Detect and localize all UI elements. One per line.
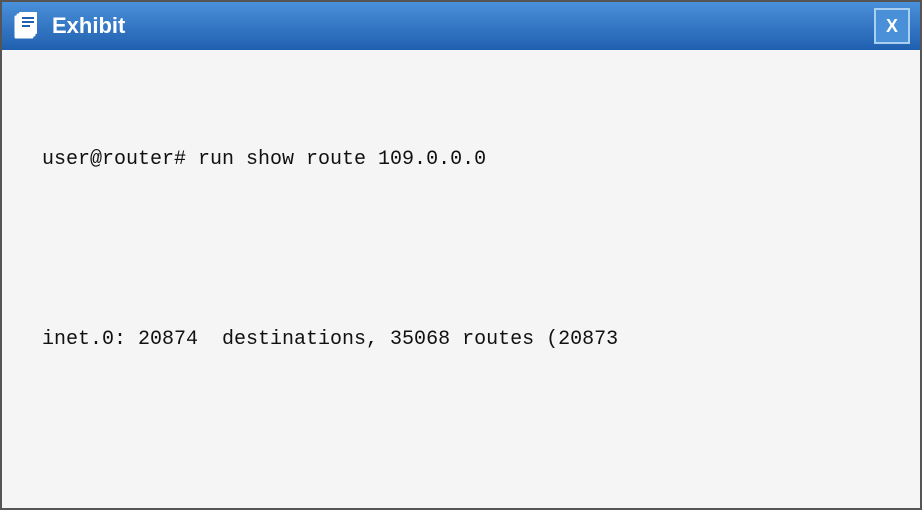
terminal-line-2: inet.0: 20874 destinations, 35068 routes… [42,324,880,356]
spacer-1 [42,244,880,260]
terminal-content: user@router# run show route 109.0.0.0 in… [2,50,920,508]
title-bar-left: Exhibit [12,11,125,41]
exhibit-window: Exhibit X user@router# run show route 10… [0,0,922,510]
terminal-line-1: user@router# run show route 109.0.0.0 [42,144,880,176]
terminal-line-3: active, 0 holddown, 1 hidden) [42,504,880,508]
title-bar: Exhibit X [2,2,920,50]
spacer-2 [42,424,880,440]
terminal-output: user@router# run show route 109.0.0.0 in… [42,80,880,508]
close-button[interactable]: X [874,8,910,44]
exhibit-icon [12,11,42,41]
window-title: Exhibit [52,13,125,39]
